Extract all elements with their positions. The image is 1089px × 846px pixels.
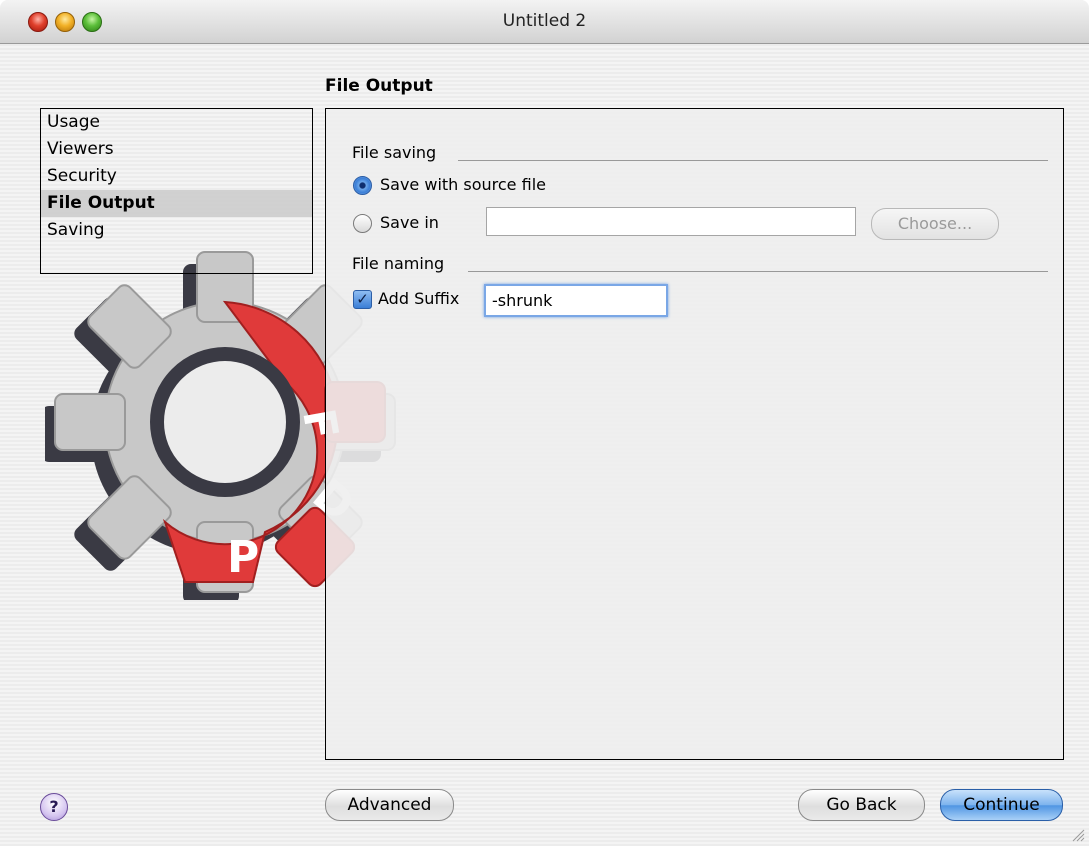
- add-suffix-checkbox[interactable]: ✓: [353, 290, 372, 309]
- save-in-label[interactable]: Save in: [380, 213, 439, 232]
- settings-panel: File saving Save with source file Save i…: [325, 108, 1064, 760]
- save-in-radio[interactable]: [353, 214, 372, 233]
- file-naming-group-label: File naming: [352, 254, 445, 273]
- go-back-button[interactable]: Go Back: [798, 789, 925, 821]
- section-heading: File Output: [325, 76, 433, 96]
- svg-text:P: P: [227, 532, 259, 583]
- window-title: Untitled 2: [502, 11, 587, 31]
- category-list[interactable]: Usage Viewers Security File Output Savin…: [40, 108, 313, 274]
- sidebar-item-security[interactable]: Security: [41, 163, 312, 190]
- file-saving-group-label: File saving: [352, 143, 437, 162]
- choose-folder-button[interactable]: Choose...: [871, 208, 999, 240]
- sidebar-item-usage[interactable]: Usage: [41, 109, 312, 136]
- add-suffix-label[interactable]: Add Suffix: [378, 289, 459, 308]
- sidebar-item-saving[interactable]: Saving: [41, 217, 312, 244]
- help-button[interactable]: ?: [40, 793, 68, 821]
- save-with-source-label[interactable]: Save with source file: [380, 175, 546, 194]
- suffix-field[interactable]: [484, 284, 668, 317]
- app-window: Untitled 2 File Output F P Usage Viewers…: [0, 0, 1089, 846]
- file-saving-divider: [458, 160, 1048, 161]
- advanced-button[interactable]: Advanced: [325, 789, 454, 821]
- sidebar-item-file-output[interactable]: File Output: [41, 190, 312, 217]
- continue-button[interactable]: Continue: [940, 789, 1063, 821]
- file-naming-divider: [468, 271, 1048, 272]
- save-in-path-field[interactable]: [486, 207, 856, 236]
- resize-grip-icon[interactable]: [1071, 828, 1085, 842]
- sidebar-item-viewers[interactable]: Viewers: [41, 136, 312, 163]
- title-bar[interactable]: Untitled 2: [0, 0, 1089, 44]
- save-with-source-radio[interactable]: [353, 176, 372, 195]
